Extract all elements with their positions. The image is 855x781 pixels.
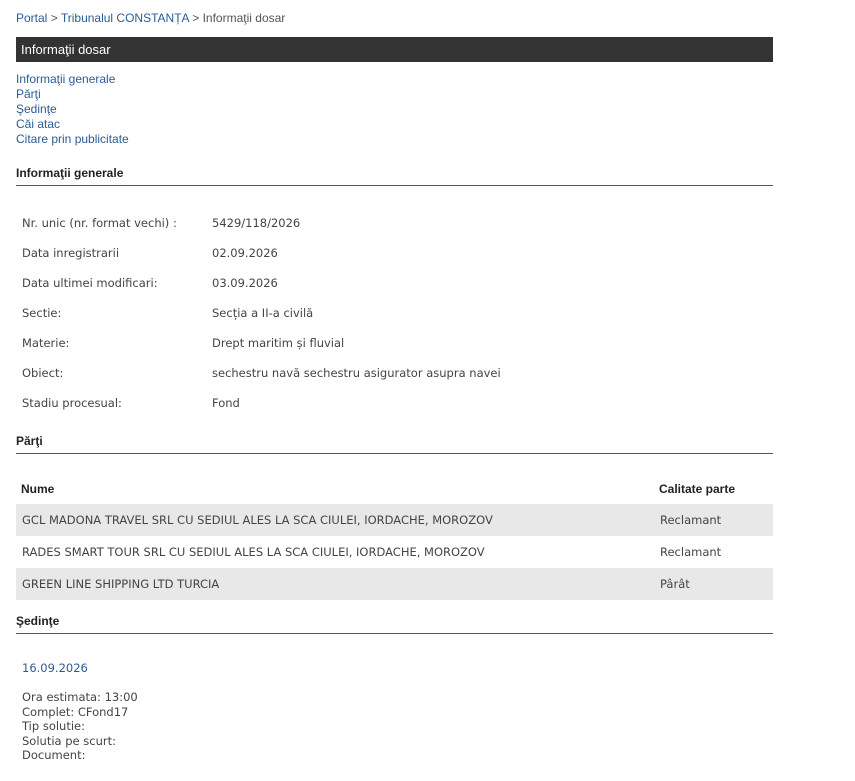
breadcrumb-separator: >: [50, 11, 58, 25]
info-value-object: sechestru navă sechestru asigurator asup…: [212, 366, 501, 380]
breadcrumb: Portal > Tribunalul CONSTANȚA > Informaţ…: [16, 11, 285, 25]
nav-link-parties[interactable]: Părţi: [16, 87, 129, 102]
party-name: GCL MADONA TRAVEL SRL CU SEDIUL ALES LA …: [16, 504, 654, 536]
hearing-panel: Complet: CFond17: [22, 704, 129, 719]
table-row: RADES SMART TOUR SRL CU SEDIUL ALES LA S…: [16, 536, 773, 568]
info-value-last-modified: 03.09.2026: [212, 276, 278, 290]
general-info-table: Nr. unic (nr. format vechi) : 5429/118/2…: [22, 208, 501, 418]
info-label-object: Obiect:: [22, 366, 64, 380]
party-name: RADES SMART TOUR SRL CU SEDIUL ALES LA S…: [22, 545, 485, 559]
info-row: Data ultimei modificari: 03.09.2026: [22, 268, 501, 298]
hearing-solution-summary: Solutia pe scurt:: [22, 733, 116, 748]
table-row: GREEN LINE SHIPPING LTD TURCIA Pârât: [16, 568, 773, 600]
column-header-role: Calitate parte: [659, 482, 736, 496]
breadcrumb-separator: >: [192, 11, 200, 25]
info-value-stage: Fond: [212, 396, 240, 410]
nav-link-general-info[interactable]: Informaţii generale: [16, 72, 129, 87]
breadcrumb-court-link[interactable]: Tribunalul CONSTANȚA: [61, 11, 189, 25]
info-value-section: Secția a II-a civilă: [212, 306, 314, 320]
breadcrumb-portal-link[interactable]: Portal: [16, 11, 47, 25]
breadcrumb-current: Informaţii dosar: [202, 11, 286, 25]
column-header-name: Nume: [21, 482, 55, 496]
nav-link-hearings[interactable]: Şedinţe: [16, 102, 129, 117]
parties-table: Nume Calitate parte GCL MADONA TRAVEL SR…: [16, 474, 773, 600]
hearing-details: Ora estimata: 13:00 Complet: CFond17 Tip…: [22, 690, 138, 763]
section-nav: Informaţii generale Părţi Şedinţe Căi at…: [16, 72, 129, 147]
parties-heading: Părţi: [16, 434, 773, 454]
party-role: Reclamant: [654, 504, 773, 536]
info-row: Nr. unic (nr. format vechi) : 5429/118/2…: [22, 208, 501, 238]
nav-link-public-summons[interactable]: Citare prin publicitate: [16, 132, 129, 147]
info-label-last-modified: Data ultimei modificari:: [22, 276, 158, 290]
info-label-registration-date: Data inregistrarii: [22, 246, 120, 260]
info-row: Materie: Drept maritim și fluvial: [22, 328, 501, 358]
hearing-date: 16.09.2026: [22, 661, 88, 675]
table-row: GCL MADONA TRAVEL SRL CU SEDIUL ALES LA …: [16, 504, 773, 536]
hearings-heading: Şedinţe: [16, 614, 773, 634]
info-label-section: Sectie:: [22, 306, 62, 320]
hearing-document: Document:: [22, 748, 86, 762]
info-label-case-number: Nr. unic (nr. format vechi) :: [22, 216, 177, 230]
general-info-heading: Informaţii generale: [16, 166, 773, 186]
info-row: Stadiu procesual: Fond: [22, 388, 501, 418]
party-role: Reclamant: [660, 545, 722, 559]
nav-link-appeals[interactable]: Căi atac: [16, 117, 129, 132]
party-role: Pârât: [654, 568, 773, 600]
info-row: Sectie: Secția a II-a civilă: [22, 298, 501, 328]
info-row: Obiect: sechestru navă sechestru asigura…: [22, 358, 501, 388]
hearing-estimated-time: Ora estimata: 13:00: [22, 690, 138, 704]
info-label-matter: Materie:: [22, 336, 70, 350]
info-value-registration-date: 02.09.2026: [212, 246, 278, 260]
info-value-case-number: 5429/118/2026: [212, 216, 301, 230]
info-row: Data inregistrarii 02.09.2026: [22, 238, 501, 268]
table-header-row: Nume Calitate parte: [16, 474, 773, 504]
hearing-solution-type: Tip solutie:: [22, 719, 85, 733]
info-value-matter: Drept maritim și fluvial: [212, 336, 345, 350]
page-title: Informaţii dosar: [16, 37, 773, 62]
party-name: GREEN LINE SHIPPING LTD TURCIA: [16, 568, 654, 600]
info-label-stage: Stadiu procesual:: [22, 396, 122, 410]
